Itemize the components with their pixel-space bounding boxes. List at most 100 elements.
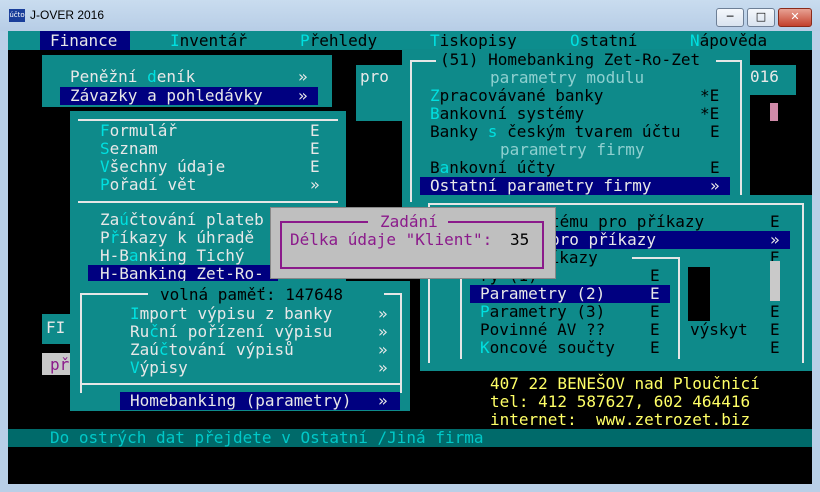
menu-item-label-rest: tování výpisů [168,340,294,359]
bg-text-pr: př [50,355,70,374]
menu-item-label-rest: íkazy k úhradě [119,228,255,247]
app-icon: účto [9,9,25,22]
menu-item-label: mport výpisu z banky [139,304,333,323]
menu-item-prikazy-k-uhrade[interactable]: Příkazy k úhradě [100,229,254,247]
menu-inventar-hotkey: I [170,31,180,50]
company-internet: internet: www.zetrozet.biz [490,410,751,429]
menu-item-hotkey: V [130,358,140,377]
menu-item-povinne-av[interactable]: Povinné AV ?? [480,321,605,339]
klient-length-input[interactable]: 35 [510,231,529,249]
maximize-button[interactable]: □ [747,8,775,27]
menu-item-formular[interactable]: Formulář [100,122,177,140]
menu-item-key: E [310,157,320,176]
menu-finance[interactable]: Finance [50,32,117,50]
menu-item-vypisy[interactable]: Výpisy [130,359,188,377]
menu-tiskopisy[interactable]: Tiskopisy [430,32,517,50]
menu-item-label-rest: ní pořízení výpisu [158,322,333,341]
submenu-arrow-icon: » [298,86,308,105]
menu-item-key: *E [700,104,720,123]
menu-item-label: Peněžní [70,67,148,86]
menu-prehledy[interactable]: Přehledy [300,32,377,50]
menu-item-label-rest: nking Tichý [138,246,245,265]
menu-item-label-rest: čtování plateb [128,210,264,229]
minimize-button[interactable]: ─ [716,8,744,27]
menu-item-key: E [650,302,660,321]
parametry-panel-right-border [678,257,680,359]
menu-item-label: ýpisy [139,358,188,377]
menu-item-hotkey: B [430,104,440,123]
menu-ostatni[interactable]: Ostatní [570,32,637,50]
menu-inventar-label: nventář [179,31,248,50]
menu-item-poradi-vet[interactable]: Pořadí vět [100,176,196,194]
menu-item-label: Ru [130,322,150,341]
submenu-arrow-icon: » [310,175,320,194]
menu-item-label: Za [100,210,120,229]
close-icon: ✕ [790,10,800,23]
menu-item-key: E [650,320,660,339]
menu-item-parametry-3[interactable]: Parametry (3) [480,303,605,321]
window-border-right [812,31,820,492]
window-border-bottom [0,484,820,492]
menu-ostatni-hotkey: O [570,31,580,50]
submenu-arrow-icon: » [378,391,388,410]
menu-item-zavazky[interactable]: Závazky a pohledávky [70,87,263,105]
dialog-field-label: Délka údaje "Klient": [290,230,493,249]
menu-item-key: E [770,302,780,321]
menu-item-hotkey: č [158,340,169,359]
menu-item-vsechny-udaje[interactable]: Všechny údaje [100,158,225,176]
menu-item-penezni-denik[interactable]: Peněžní deník [70,68,195,86]
menu-inventar[interactable]: Inventář [170,32,247,50]
bg-text-fi: FI [46,318,66,337]
section-parametry-modulu: parametry modulu [490,68,645,87]
menu-item-hotkey: P [480,302,490,321]
menu-item-zpracovavane-banky[interactable]: Zpracovávané banky [430,87,603,105]
menu-item-seznam[interactable]: Seznam [100,140,158,158]
menu-item-import-vypisu[interactable]: Import výpisu z banky [130,305,332,323]
title-bar[interactable]: účto J-OVER 2016 ─ □ ✕ [0,0,820,32]
menu-item-hotkey: Z [430,86,440,105]
submenu-arrow-icon: » [378,340,388,359]
menu-item-zauctovani-vypisu[interactable]: Zaúčtování výpisů [130,341,294,359]
bg-text-pro: pro [360,67,389,86]
menu-item-bankovni-ucty[interactable]: Bankovní účty [430,159,555,177]
menu-item-label: eznam [109,139,158,158]
menu-item-hotkey: ř [109,228,120,247]
menu-item-banky-cesky-tvar[interactable]: Banky s českým tvarem účtu [430,123,680,141]
menu-item-ostatni-parametry-firmy[interactable]: Ostatní parametry firmy [430,177,652,195]
menu-item-label: arametry (3) [489,302,606,321]
menu-item-hbanking-tichy[interactable]: H-Banking Tichý [100,247,245,265]
menu-item-pro-prikazy[interactable]: pro příkazy [550,231,656,249]
free-memory-label: volná paměť: 147648 [160,285,344,304]
homebanking-panel-right-border [740,60,742,202]
dos-terminal: Finance Inventář Přehledy Tiskopisy Osta… [8,31,812,484]
menu-item-label: ořadí vět [109,175,197,194]
menu-item-homebanking-parametry[interactable]: Homebanking (parametry) [130,392,352,410]
menu-item-parametry-2[interactable]: Parametry (2) [480,285,605,303]
submenu-arrow-icon: » [378,358,388,377]
ostatni-panel-top-border [428,203,804,205]
menu-prehledy-label: řehledy [309,31,378,50]
menu-item-key: E [710,122,720,141]
menu-tiskopisy-label: iskopisy [439,31,517,50]
minimize-icon: ─ [726,10,734,23]
close-button[interactable]: ✕ [778,8,812,27]
ostatni-panel-right-border [802,203,804,363]
menu-ostatni-label: statní [579,31,638,50]
menu-item-label: oncové součty [489,338,615,357]
homebanking-panel-left-border [410,60,412,202]
hbanking-menu-separator [80,383,402,385]
menu-item-system-prikazy[interactable]: tému pro příkazy [550,213,704,231]
section-parametry-firmy: parametry firmy [500,140,645,159]
menu-napoveda-label: ápověda [699,31,768,50]
menu-item-bankovni-systemy[interactable]: Bankovní systémy [430,105,584,123]
menu-item-zauctovani-plateb[interactable]: Zaúčtování plateb [100,211,264,229]
menu-napoveda[interactable]: Nápověda [690,32,767,50]
bg-text-vyskyt: výskyt [690,320,748,339]
bg-grey-block [770,261,780,301]
menu-item-rucni-porizeni[interactable]: Ruční pořízení výpisu [130,323,332,341]
menu-item-key: E [310,121,320,140]
menu-item-key: E [650,284,660,303]
menu-item-koncove-soucty[interactable]: Koncové součty [480,339,615,357]
company-address: 407 22 BENEŠOV nad Ploučnicí [490,374,760,393]
menu-item-label-rest: českým tvarem účtu [497,122,681,141]
